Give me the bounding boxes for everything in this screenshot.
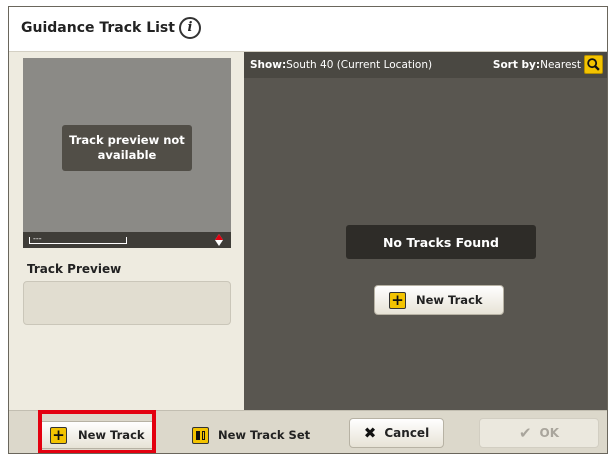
track-preview-map: Track preview not available ---	[23, 58, 231, 248]
track-set-icon	[192, 426, 209, 444]
plus-icon: +	[389, 291, 406, 309]
sort-search-button[interactable]	[584, 55, 603, 74]
sort-filter[interactable]: Sort by:Nearest	[493, 59, 581, 71]
new-track-set-button[interactable]: New Track Set	[192, 421, 317, 449]
scale-text: ---	[33, 234, 42, 243]
show-value: South 40 (Current Location)	[286, 59, 433, 71]
north-arrow-icon	[215, 234, 223, 246]
left-panel: Track preview not available --- Track Pr…	[9, 52, 244, 410]
sort-label: Sort by:	[492, 59, 541, 71]
track-preview-details	[23, 281, 231, 325]
track-list-panel: Show:South 40 (Current Location) Sort by…	[244, 52, 607, 410]
show-filter[interactable]: Show:South 40 (Current Location)	[250, 59, 432, 71]
new-track-button[interactable]: + New Track	[374, 285, 504, 315]
title-bar: Guidance Track List i	[9, 7, 607, 52]
preview-unavailable-message: Track preview not available	[62, 125, 192, 171]
ok-label: OK	[539, 426, 560, 440]
new-track-set-label: New Track Set	[218, 428, 311, 442]
highlight-box	[38, 410, 156, 453]
page-title: Guidance Track List	[21, 20, 175, 36]
guidance-track-list-window: Guidance Track List i Track preview not …	[8, 6, 608, 454]
close-icon: ✖	[363, 423, 377, 442]
track-preview-label: Track Preview	[27, 262, 122, 276]
map-footer: ---	[23, 232, 231, 248]
ok-button[interactable]: ✔ OK	[479, 418, 599, 448]
check-icon: ✔	[518, 423, 532, 442]
cancel-label: Cancel	[384, 426, 430, 440]
sort-value: Nearest	[540, 59, 581, 71]
magnifier-icon	[587, 58, 600, 71]
info-icon[interactable]: i	[179, 17, 201, 39]
cancel-button[interactable]: ✖ Cancel	[349, 418, 444, 448]
scale-bar	[29, 237, 127, 244]
list-filter-header: Show:South 40 (Current Location) Sort by…	[244, 52, 607, 78]
show-label: Show:	[250, 59, 287, 71]
no-tracks-message: No Tracks Found	[346, 225, 536, 259]
new-track-label: New Track	[416, 293, 483, 307]
